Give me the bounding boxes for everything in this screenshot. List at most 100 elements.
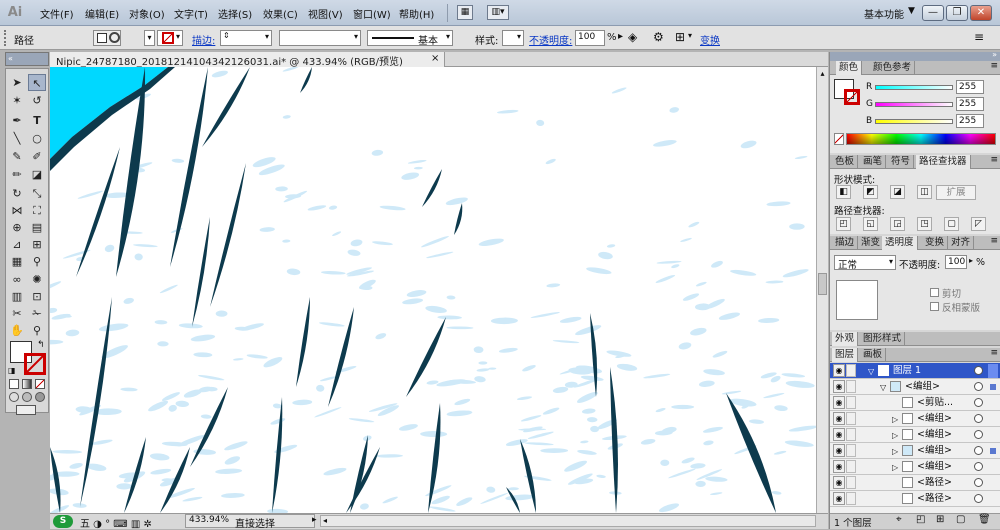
draw-normal-icon[interactable] <box>9 392 19 402</box>
visibility-eye-icon[interactable]: ◉ <box>833 364 845 377</box>
new-layer-icon[interactable]: ▢ <box>956 514 965 525</box>
window-minimize-button[interactable]: — <box>922 5 944 21</box>
make-clipping-mask-icon[interactable]: ◰ <box>916 514 925 525</box>
layer-name[interactable]: <编组> <box>905 379 940 394</box>
toolbar-header[interactable]: « <box>5 52 49 66</box>
unite-icon[interactable]: ◧ <box>836 185 851 199</box>
blend-tool-icon[interactable]: ∞ <box>8 271 26 288</box>
intersect-icon[interactable]: ◪ <box>890 185 905 199</box>
panel-menu-icon[interactable]: ≡ <box>974 30 984 44</box>
layer-row[interactable]: ◉ ▽ <编组> <box>830 379 1000 395</box>
visibility-eye-icon[interactable]: ◉ <box>833 460 845 473</box>
outline-icon[interactable]: ▢ <box>944 217 959 231</box>
layer-name[interactable]: <编组> <box>917 411 952 426</box>
expand-triangle-icon[interactable]: ▷ <box>892 444 898 459</box>
swap-fill-stroke-icon[interactable]: ↰ <box>37 340 45 350</box>
tab-graphic-styles[interactable]: 图形样式 <box>860 332 906 346</box>
exclude-icon[interactable]: ◫ <box>917 185 932 199</box>
expand-triangle-icon[interactable]: ▽ <box>880 380 886 395</box>
fill-dropdown[interactable]: ▾ <box>144 30 155 46</box>
tab-symbols[interactable]: 符号 <box>888 155 915 169</box>
menu-edit[interactable]: 编辑(E) <box>85 6 119 21</box>
minus-back-icon[interactable]: ◸ <box>971 217 986 231</box>
layer-row[interactable]: ◉ <路径> <box>830 475 1000 491</box>
tab-color-guide[interactable]: 颜色参考 <box>870 61 916 75</box>
panel-menu-icon[interactable]: ≡ <box>990 155 998 165</box>
layer-row[interactable]: ◉ ▷ <编组> <box>830 443 1000 459</box>
panel-menu-icon[interactable]: ≡ <box>990 348 998 358</box>
channel-g-input[interactable]: 255 <box>956 97 984 111</box>
color-stroke-swatch[interactable] <box>844 89 860 105</box>
gradient-tool-icon[interactable]: ▦ <box>8 253 26 270</box>
channel-g-slider[interactable] <box>875 102 953 107</box>
type-tool-icon[interactable]: T <box>28 112 46 129</box>
crop-icon[interactable]: ◳ <box>917 217 932 231</box>
tab-align[interactable]: 对齐 <box>948 236 975 250</box>
expand-triangle-icon[interactable]: ▽ <box>868 364 874 379</box>
tab-color[interactable]: 颜色 <box>836 61 863 75</box>
ellipse-tool-icon[interactable]: ○ <box>28 130 46 147</box>
variable-width-profile[interactable]: ▾ <box>279 30 361 46</box>
lock-toggle[interactable] <box>846 412 856 425</box>
artboard-tool-icon[interactable]: ⊡ <box>28 288 46 305</box>
trim-icon[interactable]: ◱ <box>863 217 878 231</box>
gradient-mode-icon[interactable] <box>22 379 32 389</box>
width-tool-icon[interactable]: ⋈ <box>8 202 26 219</box>
slice-tool-icon[interactable]: ✂ <box>8 305 26 322</box>
lock-toggle[interactable] <box>846 476 856 489</box>
transparency-opacity-input[interactable]: 100 <box>945 255 967 269</box>
stepper-icon[interactable]: ⇕ <box>223 31 230 40</box>
fill-swatch[interactable] <box>93 30 121 46</box>
collapse-icon[interactable]: « <box>8 54 13 63</box>
target-circle-icon[interactable] <box>974 382 983 391</box>
color-mode-icon[interactable] <box>9 379 19 389</box>
expand-triangle-icon[interactable]: ▷ <box>892 412 898 427</box>
shape-builder-tool-icon[interactable]: ⊕ <box>8 219 26 236</box>
selection-indicator[interactable] <box>990 448 996 454</box>
layer-name[interactable]: <编组> <box>917 427 952 442</box>
divide-icon[interactable]: ◰ <box>836 217 851 231</box>
vertical-scrollbar[interactable]: ▴ <box>816 67 828 513</box>
channel-b-input[interactable]: 255 <box>956 114 984 128</box>
lock-toggle[interactable] <box>846 428 856 441</box>
lock-toggle[interactable] <box>846 492 856 505</box>
perspective-grid-tool-icon[interactable]: ⊿ <box>8 236 26 253</box>
panel-menu-icon[interactable]: ≡ <box>990 61 998 71</box>
scroll-thumb[interactable] <box>818 273 827 295</box>
tab-transform[interactable]: 变换 <box>922 236 949 250</box>
draw-behind-icon[interactable] <box>22 392 32 402</box>
free-transform-tool-icon[interactable]: ⛶ <box>28 202 46 219</box>
tab-swatches[interactable]: 色板 <box>832 155 859 169</box>
window-restore-button[interactable]: ❐ <box>946 5 968 21</box>
layer-row[interactable]: ◉ ▷ <编组> <box>830 411 1000 427</box>
selection-indicator[interactable] <box>990 384 996 390</box>
menu-file[interactable]: 文件(F) <box>40 6 74 21</box>
visibility-eye-icon[interactable]: ◉ <box>833 444 845 457</box>
mesh-tool-icon[interactable]: ⊞ <box>28 236 46 253</box>
menu-type[interactable]: 文字(T) <box>174 6 208 21</box>
workspace-chevron-icon[interactable]: ▼ <box>908 6 915 16</box>
tab-transparency[interactable]: 透明度 <box>882 236 918 250</box>
minus-front-icon[interactable]: ◩ <box>863 185 878 199</box>
tab-gradient[interactable]: 渐变 <box>858 236 885 250</box>
invert-mask-checkbox[interactable] <box>930 302 939 311</box>
layer-name[interactable]: 图层 1 <box>893 363 921 378</box>
lock-toggle[interactable] <box>846 396 856 409</box>
target-circle-icon[interactable] <box>974 398 983 407</box>
opacity-label-link[interactable]: 不透明度: <box>529 32 572 47</box>
magic-wand-tool-icon[interactable]: ✶ <box>8 92 26 109</box>
close-tab-icon[interactable]: × <box>431 53 439 64</box>
scissors-tool-icon[interactable]: ✁ <box>28 305 46 322</box>
visibility-eye-icon[interactable]: ◉ <box>833 476 845 489</box>
graphic-style-dropdown[interactable]: ▾ <box>502 30 524 46</box>
menu-help[interactable]: 帮助(H) <box>399 6 434 21</box>
direct-selection-tool-icon[interactable]: ↖ <box>28 74 46 91</box>
target-circle-icon[interactable] <box>974 430 983 439</box>
lasso-tool-icon[interactable]: ↺ <box>28 92 46 109</box>
none-mode-icon[interactable] <box>35 379 45 389</box>
clip-checkbox[interactable] <box>930 288 939 297</box>
collapse-icon[interactable]: » <box>992 50 997 59</box>
opacity-dropdown-icon[interactable]: ▸ <box>969 256 973 265</box>
stroke-color-box[interactable] <box>24 353 46 375</box>
brush-definition-dropdown[interactable]: 基本 ▾ <box>367 30 453 47</box>
